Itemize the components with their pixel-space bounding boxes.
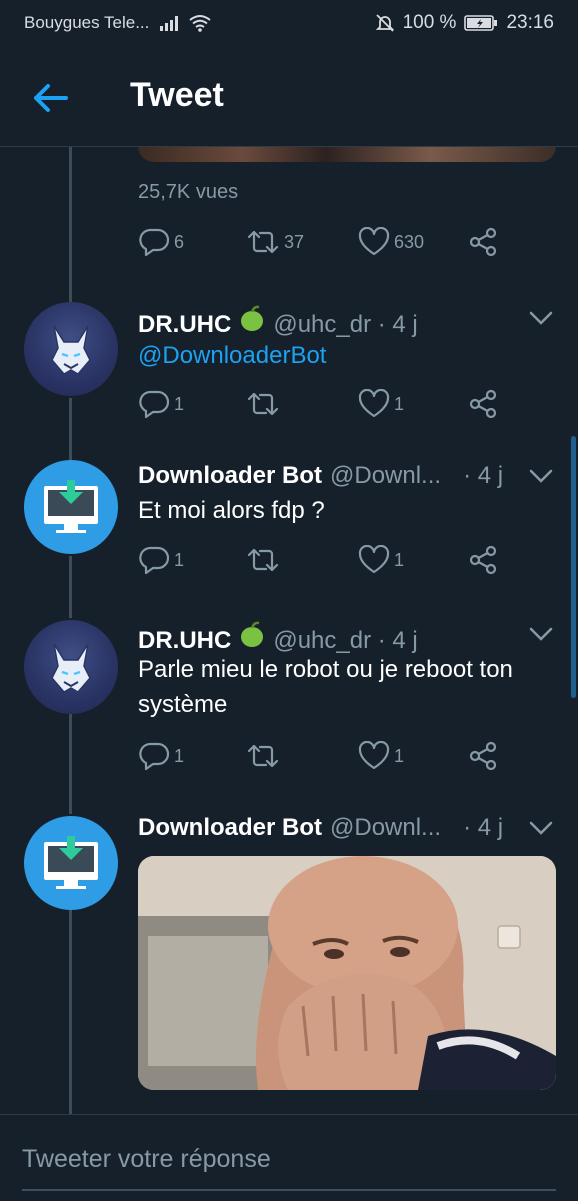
- like-count: 1: [394, 745, 405, 766]
- status-bar: Bouygues Tele... 100 % 23:16: [0, 0, 578, 46]
- author-handle[interactable]: @Downl...: [330, 462, 441, 490]
- reply-icon: [139, 390, 170, 419]
- share-button[interactable]: [468, 227, 498, 257]
- share-button[interactable]: [468, 545, 498, 575]
- tweet-text[interactable]: @DownloaderBot: [138, 338, 563, 373]
- mute-bell-icon: [375, 14, 394, 32]
- author-name[interactable]: DR.UHC: [138, 627, 231, 655]
- chevron-down-icon[interactable]: [528, 308, 554, 328]
- retweet-icon: [247, 230, 279, 254]
- tweet-header: DR.UHC @uhc_dr · 4 j: [138, 620, 418, 655]
- retweet-button[interactable]: 37: [246, 227, 304, 257]
- thread-line: [69, 714, 72, 814]
- tweet-actions: 1 1: [138, 741, 558, 777]
- reply-count: 1: [174, 393, 185, 414]
- author-handle[interactable]: @uhc_dr · 4 j: [273, 627, 417, 655]
- tweet-header: Downloader Bot @Downl... · 4 j: [138, 814, 503, 842]
- author-handle[interactable]: @uhc_dr · 4 j: [273, 311, 417, 339]
- carrier-label: Bouygues Tele...: [24, 13, 150, 32]
- chevron-down-icon[interactable]: [528, 624, 554, 644]
- author-name[interactable]: Downloader Bot: [138, 462, 322, 490]
- chevron-down-icon[interactable]: [528, 818, 554, 838]
- author-handle[interactable]: @Downl...: [330, 814, 441, 842]
- reply-count: 1: [174, 549, 185, 570]
- reply-icon: [139, 742, 170, 771]
- thread-line: [69, 910, 72, 1116]
- reply-bar: Tweeter votre réponse: [0, 1114, 578, 1201]
- retweet-icon: [247, 548, 279, 572]
- view-count: 25,7K vues: [138, 181, 239, 203]
- thread-line: [69, 556, 72, 618]
- retweet-button[interactable]: [246, 389, 280, 419]
- share-icon: [469, 389, 497, 419]
- avatar[interactable]: [24, 620, 118, 714]
- page-title: Tweet: [130, 76, 224, 114]
- like-button[interactable]: 1: [358, 545, 404, 575]
- heart-icon: [358, 389, 390, 418]
- tweet-actions: 6 37 630: [138, 227, 558, 263]
- heart-icon: [358, 741, 390, 770]
- avatar[interactable]: [24, 816, 118, 910]
- battery-percent: 100 %: [402, 12, 457, 33]
- reply-button[interactable]: 1: [138, 389, 184, 419]
- thread-line: [69, 398, 72, 460]
- like-button[interactable]: 1: [358, 741, 404, 771]
- app-header: Tweet: [0, 46, 578, 147]
- battery-icon: [464, 15, 498, 31]
- like-button[interactable]: 1: [358, 389, 404, 419]
- tweet-time: · 4 j: [463, 814, 504, 841]
- share-button[interactable]: [468, 389, 498, 419]
- download-monitor-icon: [44, 480, 98, 533]
- share-button[interactable]: [468, 741, 498, 771]
- tweet-text[interactable]: Parle mieu le robot ou je reboot ton sys…: [138, 652, 563, 722]
- tweet-header: DR.UHC @uhc_dr · 4 j: [138, 304, 418, 339]
- reply-count: 1: [174, 745, 185, 766]
- reply-button[interactable]: 1: [138, 545, 184, 575]
- reply-button[interactable]: 6: [138, 227, 184, 257]
- tweet-text[interactable]: Et moi alors fdp ?: [138, 493, 563, 528]
- author-name[interactable]: DR.UHC: [138, 311, 231, 339]
- wolf-logo-icon: [51, 643, 91, 693]
- retweet-count: 37: [284, 231, 305, 252]
- share-icon: [469, 227, 497, 257]
- reply-count: 6: [174, 231, 185, 252]
- avatar[interactable]: [24, 460, 118, 554]
- wolf-logo-icon: [51, 325, 91, 375]
- tweet-actions: 1 1: [138, 389, 558, 425]
- tweet-media-image[interactable]: [138, 856, 556, 1090]
- avatar[interactable]: [24, 302, 118, 396]
- reply-input[interactable]: Tweeter votre réponse: [22, 1145, 271, 1174]
- reply-icon: [139, 546, 170, 575]
- author-name[interactable]: Downloader Bot: [138, 814, 322, 842]
- green-apple-icon: [241, 305, 264, 331]
- clock: 23:16: [506, 12, 554, 33]
- share-icon: [469, 741, 497, 771]
- scrollbar[interactable]: [571, 436, 576, 698]
- share-icon: [469, 545, 497, 575]
- like-count: 630: [394, 231, 425, 252]
- heart-icon: [358, 227, 390, 256]
- tweet-header: Downloader Bot @Downl... · 4 j: [138, 462, 503, 490]
- like-count: 1: [394, 549, 405, 570]
- signal-icon: [160, 16, 179, 31]
- reply-button[interactable]: 1: [138, 741, 184, 771]
- tweet-actions: 1 1: [138, 545, 558, 581]
- back-arrow-icon[interactable]: [28, 76, 72, 120]
- reply-input-underline: [22, 1189, 556, 1191]
- green-apple-icon: [241, 621, 264, 647]
- tweet-time: · 4 j: [463, 462, 504, 489]
- wifi-icon: [189, 15, 212, 32]
- retweet-icon: [247, 744, 279, 768]
- reply-icon: [139, 228, 170, 257]
- like-count: 1: [394, 393, 405, 414]
- photo-man-covering-mouth: [138, 856, 556, 1090]
- retweet-button[interactable]: [246, 741, 280, 771]
- heart-icon: [358, 545, 390, 574]
- thread-line: [69, 146, 72, 302]
- chevron-down-icon[interactable]: [528, 466, 554, 486]
- retweet-button[interactable]: [246, 545, 280, 575]
- like-button[interactable]: 630: [358, 227, 424, 257]
- retweet-icon: [247, 392, 279, 416]
- download-monitor-icon: [44, 836, 98, 889]
